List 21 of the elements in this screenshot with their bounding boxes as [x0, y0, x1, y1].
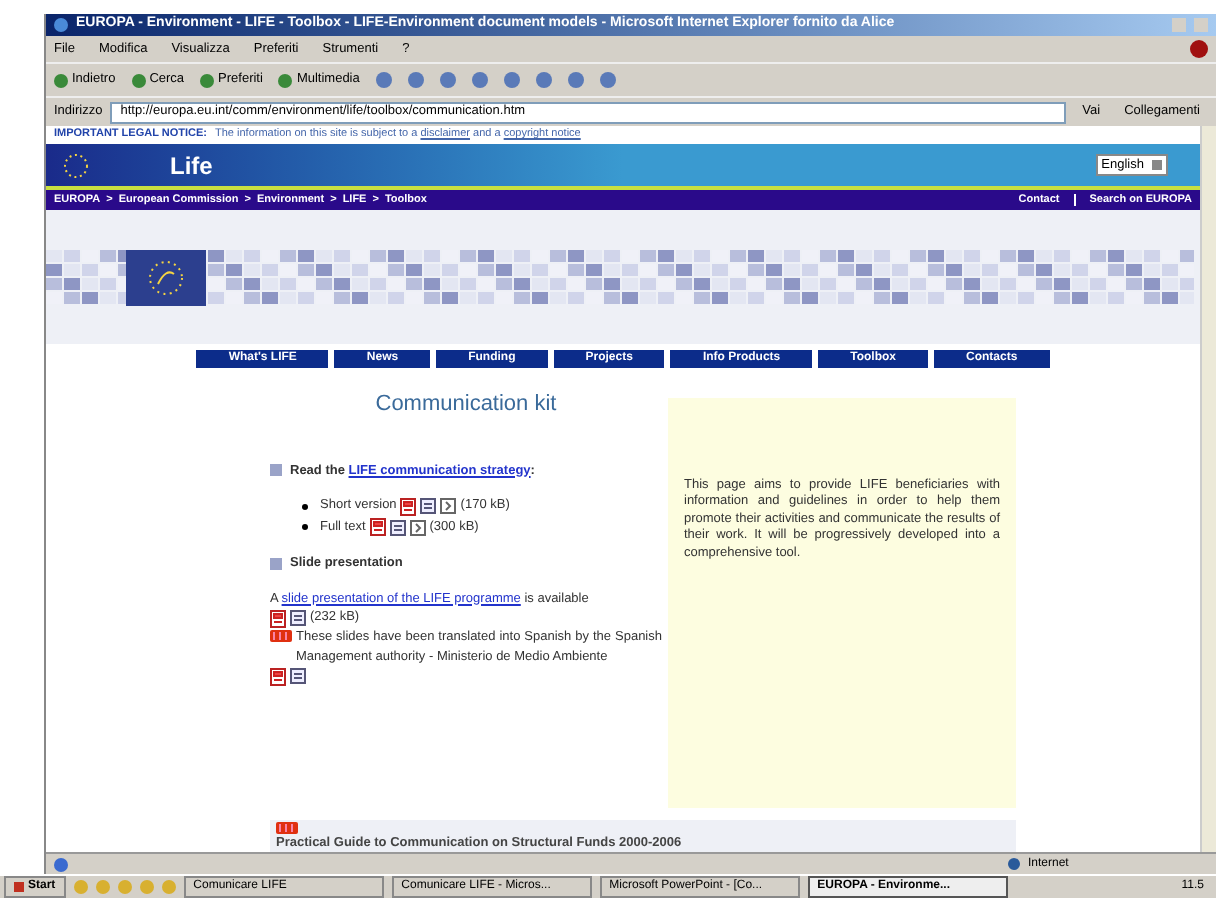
pdf-icon[interactable] — [270, 667, 286, 685]
pdf-icon[interactable] — [400, 497, 417, 516]
square-bullet-icon — [270, 557, 282, 570]
document-icon[interactable] — [290, 610, 306, 627]
document-icon[interactable] — [420, 498, 437, 515]
record-icon — [1190, 40, 1208, 58]
document-icon[interactable] — [389, 519, 406, 536]
pdf-icon[interactable] — [270, 609, 286, 628]
site-title: Life — [170, 149, 213, 183]
bullet-icon — [302, 524, 308, 531]
new-badge-icon — [276, 822, 298, 834]
new-badge-icon — [270, 630, 292, 642]
square-bullet-icon — [270, 464, 282, 477]
scrollbar[interactable] — [1200, 126, 1216, 852]
bullet-icon — [302, 503, 308, 510]
archive-icon[interactable] — [440, 498, 457, 515]
page-heading: Communication kit — [373, 390, 559, 420]
archive-icon[interactable] — [409, 519, 426, 536]
document-icon[interactable] — [290, 668, 306, 684]
eu-stars-icon — [62, 151, 90, 179]
pdf-icon[interactable] — [369, 518, 386, 537]
